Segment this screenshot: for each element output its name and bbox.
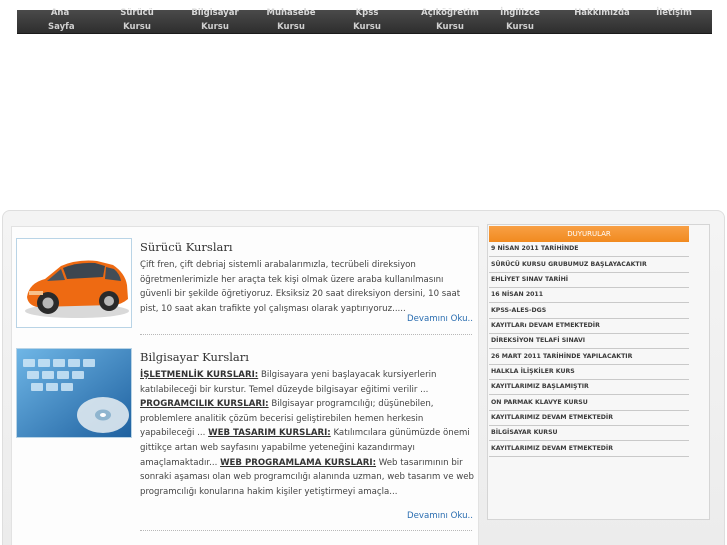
course-title: Sürücü Kursları: [140, 240, 233, 254]
nav-sublabel: Sayfa: [48, 22, 75, 32]
announcement-item[interactable]: 9 NİSAN 2011 TARİHİNDE: [489, 242, 689, 257]
announcement-item[interactable]: KAYITLARIMIZ DEVAM ETMEKTEDİR: [489, 411, 689, 426]
nav-english-course[interactable]: İngilizce Kursu: [500, 6, 540, 46]
nav-contact[interactable]: İletişim: [654, 6, 694, 46]
nav-sublabel: Kursu: [123, 22, 151, 32]
nav-sublabel: Kursu: [277, 22, 305, 32]
course-item-computer: Bilgisayar Kursları İŞLETMENLİK KURSLARI…: [16, 348, 476, 497]
nav-open-education-course[interactable]: Açıköğretim Kursu: [420, 6, 480, 46]
nav-label: Kpss: [355, 8, 379, 18]
course-description: İŞLETMENLİK KURSLARI: Bilgisayara yeni b…: [140, 368, 474, 499]
announcement-item[interactable]: BİLGİSAYAR KURSU: [489, 426, 689, 441]
nav-label: İngilizce: [500, 8, 540, 18]
announcement-item[interactable]: KAYITLARı DEVAM ETMEKTEDİR: [489, 319, 689, 334]
section-heading: WEB TASARIM KURSLARI:: [208, 428, 331, 439]
announcement-item[interactable]: EHLİYET SINAV TARİHİ: [489, 273, 689, 288]
read-more-link[interactable]: Devamını Oku..: [407, 314, 473, 324]
announcement-item[interactable]: KAYITLARIMIZ BAŞLAMIŞTIR: [489, 380, 689, 395]
announcement-item[interactable]: 26 MART 2011 TARİHİNDE YAPILACAKTIR: [489, 350, 689, 365]
nav-label: Açıköğretim: [421, 8, 479, 18]
section-heading: PROGRAMCILIK KURSLARI:: [140, 399, 269, 410]
nav-kpss-course[interactable]: Kpss Kursu: [352, 6, 382, 46]
section-heading: İŞLETMENLİK KURSLARI:: [140, 370, 259, 380]
divider: [140, 530, 472, 531]
section-heading: WEB PROGRAMLAMA KURSLARI:: [220, 457, 377, 468]
nav-sublabel: Kursu: [436, 22, 464, 32]
car-image: [16, 238, 132, 328]
nav-computer-course[interactable]: Bilgisayar Kursu: [190, 6, 240, 46]
read-more-link[interactable]: Devamını Oku..: [407, 511, 473, 521]
keyboard-image: [16, 348, 132, 438]
announcement-item[interactable]: HALKLA İLİŞKİLER KURS: [489, 365, 689, 380]
announcement-item[interactable]: SÜRÜCÜ KURSU GRUBUMUZ BAŞLAYACAKTIR: [489, 258, 689, 273]
announcement-item[interactable]: ON PARMAK KLAVYE KURSU: [489, 396, 689, 411]
course-description: Çift fren, çift debriaj sistemli arabala…: [140, 260, 461, 314]
nav-driving-course[interactable]: Sürücü Kursu: [118, 6, 156, 46]
announcements-title: DUYURULAR: [489, 226, 689, 242]
announcement-item[interactable]: KAYITLARIMIZ DEVAM ETMEKTEDİR: [489, 442, 689, 457]
nav-label: Bilgisayar: [191, 8, 239, 18]
nav-label: Sürücü: [120, 8, 154, 18]
nav-accounting-course[interactable]: Muhasebe Kursu: [266, 6, 316, 46]
nav-label: Muhasebe: [266, 8, 316, 18]
announcement-item[interactable]: KPSS-ALES-DGS: [489, 304, 689, 319]
nav-home[interactable]: Ana Sayfa: [48, 6, 75, 46]
nav-sublabel: Kursu: [201, 22, 229, 32]
nav-label: İletişim: [656, 8, 692, 18]
announcement-item[interactable]: DİREKSİYON TELAFİ SINAVI: [489, 334, 689, 349]
announcement-item[interactable]: 16 NİSAN 2011: [489, 288, 689, 303]
nav-about[interactable]: Hakkımızda: [574, 6, 630, 46]
nav-sublabel: Kursu: [506, 22, 534, 32]
nav-label: Hakkımızda: [574, 8, 630, 18]
divider: [140, 334, 472, 335]
course-title: Bilgisayar Kursları: [140, 350, 249, 364]
nav-sublabel: Kursu: [353, 22, 381, 32]
nav-label: Ana: [50, 8, 70, 18]
